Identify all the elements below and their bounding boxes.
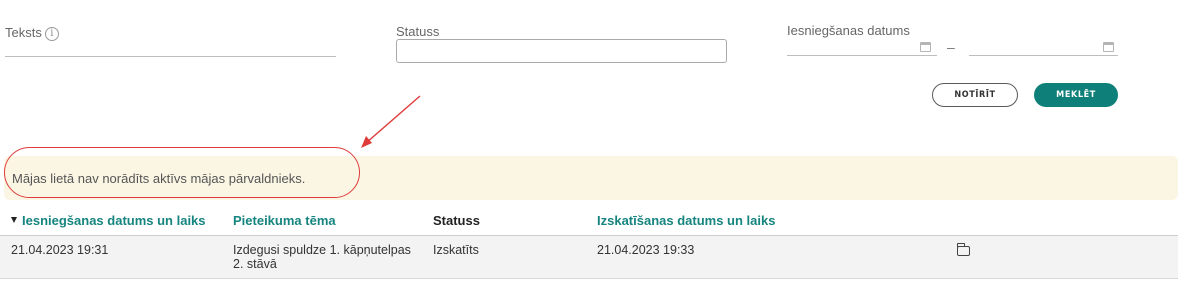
date-from-input[interactable] [787,34,937,56]
calendar-icon[interactable] [920,42,931,52]
folder-icon[interactable] [957,243,970,256]
date-range-separator: – [947,39,955,55]
cell-submitted: 21.04.2023 19:31 [11,243,109,257]
search-button[interactable]: MEKLĒT [1034,83,1118,107]
annotation-arrow [361,95,421,148]
table-row[interactable] [0,235,1178,279]
cell-reviewed: 21.04.2023 19:33 [597,243,695,257]
column-header-topic[interactable]: Pieteikuma tēma [233,213,336,228]
date-to-input[interactable] [969,34,1118,56]
annotation-highlight-oval [4,147,360,198]
clear-button[interactable]: NOTĪRĪT [932,83,1018,107]
column-header-submitted-label: Iesniegšanas datums un laiks [22,213,206,228]
column-header-reviewed[interactable]: Izskatīšanas datums un laiks [597,213,775,228]
cell-status: Izskatīts [433,243,479,257]
column-header-status: Statuss [433,213,480,228]
status-select[interactable] [396,39,727,63]
cell-topic: Izdegusi spuldze 1. kāpņutelpas 2. stāvā [233,243,411,271]
sort-descending-icon [11,217,17,223]
status-filter-label: Statuss [396,24,440,39]
text-search-input[interactable] [5,35,336,57]
calendar-icon[interactable] [1103,42,1114,52]
column-header-submitted[interactable]: Iesniegšanas datums un laiks [11,213,206,228]
